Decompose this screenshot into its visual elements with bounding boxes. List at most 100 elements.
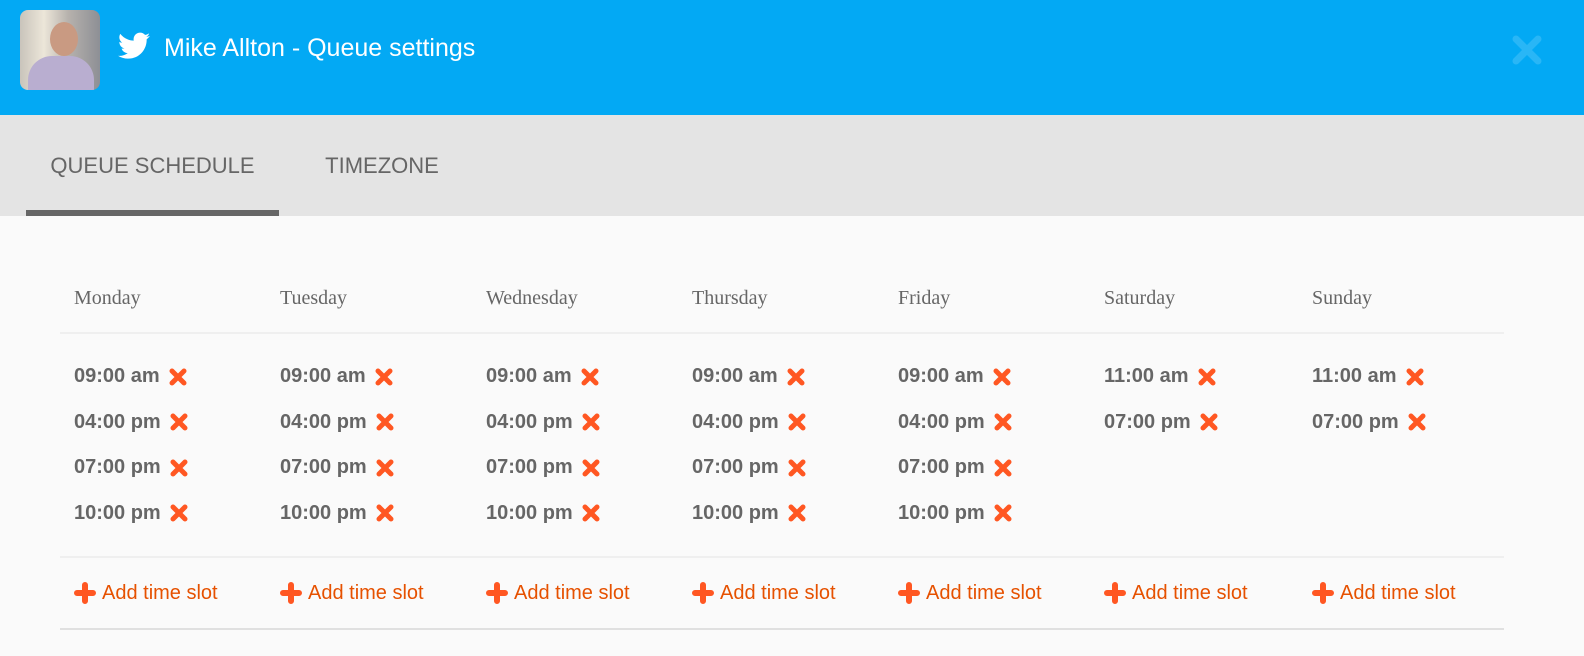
time-slot: 10:00 pm (692, 491, 884, 537)
time-slot-label: 07:00 pm (1312, 410, 1399, 433)
plus-icon (1104, 582, 1126, 604)
day-slots-list: 09:00 am 04:00 pm 07:00 pm 10:00 pm (266, 354, 472, 556)
tab-timezone[interactable]: TIMEZONE (296, 115, 468, 216)
twitter-bird-icon (118, 32, 150, 59)
add-time-slot-button[interactable]: Add time slot (692, 558, 884, 628)
remove-slot-icon[interactable] (992, 367, 1012, 387)
add-time-slot-label: Add time slot (926, 581, 1042, 604)
remove-slot-icon[interactable] (169, 458, 189, 478)
add-slot-cell: Add time slot (1298, 558, 1504, 628)
time-slot-label: 04:00 pm (74, 410, 161, 433)
time-slot: 04:00 pm (280, 400, 472, 446)
remove-slot-icon[interactable] (168, 367, 188, 387)
remove-slot-icon[interactable] (787, 503, 807, 523)
schedule-grid: Monday Tuesday Wednesday Thursday Friday Satu… (60, 268, 1504, 630)
add-slot-cell: Add time slot (1090, 558, 1298, 628)
day-slots-list: 09:00 am 04:00 pm 07:00 pm 10:00 pm (472, 354, 678, 556)
add-time-slot-button[interactable]: Add time slot (898, 558, 1090, 628)
remove-slot-icon[interactable] (787, 458, 807, 478)
remove-slot-icon[interactable] (993, 412, 1013, 432)
time-slot: 04:00 pm (486, 400, 678, 446)
time-slot-label: 04:00 pm (692, 410, 779, 433)
add-slot-cell: Add time slot (678, 558, 884, 628)
remove-slot-icon[interactable] (581, 412, 601, 432)
add-slot-cell: Add time slot (884, 558, 1090, 628)
day-name: Friday (898, 287, 951, 309)
add-time-slot-button[interactable]: Add time slot (486, 558, 678, 628)
time-slot-label: 11:00 am (1104, 365, 1189, 388)
day-name: Monday (74, 287, 141, 309)
time-slot: 07:00 pm (898, 445, 1090, 491)
plus-icon (280, 582, 302, 604)
add-time-slot-button[interactable]: Add time slot (280, 558, 472, 628)
time-slot: 07:00 pm (1312, 400, 1504, 446)
add-slot-cell: Add time slot (266, 558, 472, 628)
time-slot-label: 07:00 pm (898, 456, 985, 479)
remove-slot-icon[interactable] (1197, 367, 1217, 387)
time-slot: 09:00 am (74, 354, 266, 400)
time-slot: 04:00 pm (692, 400, 884, 446)
header: Mike Allton - Queue settings (0, 0, 1584, 115)
time-slot-label: 09:00 am (692, 365, 778, 388)
remove-slot-icon[interactable] (1405, 367, 1425, 387)
day-name: Tuesday (280, 287, 348, 309)
day-name: Wednesday (486, 287, 578, 309)
remove-slot-icon[interactable] (1407, 412, 1427, 432)
remove-slot-icon[interactable] (169, 412, 189, 432)
remove-slot-icon[interactable] (169, 503, 189, 523)
time-slot-label: 10:00 pm (692, 501, 779, 524)
page-title: Mike Allton - Queue settings (164, 34, 476, 62)
add-time-slot-label: Add time slot (720, 581, 836, 604)
add-time-slot-button[interactable]: Add time slot (1104, 558, 1298, 628)
add-time-slot-label: Add time slot (1340, 581, 1456, 604)
add-time-slot-label: Add time slot (102, 581, 218, 604)
remove-slot-icon[interactable] (580, 367, 600, 387)
remove-slot-icon[interactable] (993, 503, 1013, 523)
close-icon[interactable] (1510, 33, 1544, 67)
day-name: Sunday (1312, 287, 1372, 309)
time-slot: 11:00 am (1104, 354, 1298, 400)
remove-slot-icon[interactable] (375, 503, 395, 523)
day-name: Saturday (1104, 287, 1176, 309)
time-slot: 04:00 pm (898, 400, 1090, 446)
plus-icon (1312, 582, 1334, 604)
add-time-slot-button[interactable]: Add time slot (1312, 558, 1504, 628)
remove-slot-icon[interactable] (374, 367, 394, 387)
remove-slot-icon[interactable] (787, 412, 807, 432)
add-time-slot-label: Add time slot (514, 581, 630, 604)
time-slot: 04:00 pm (74, 400, 266, 446)
remove-slot-icon[interactable] (581, 503, 601, 523)
time-slot-label: 07:00 pm (486, 456, 573, 479)
time-slots-row: 09:00 am 04:00 pm 07:00 pm 10:00 pm 09:00 am… (60, 334, 1504, 558)
day-slots-list: 11:00 am 07:00 pm (1090, 354, 1298, 556)
day-column-header: Saturday (1090, 268, 1298, 332)
time-slot: 10:00 pm (74, 491, 266, 537)
day-column-header: Wednesday (472, 268, 678, 332)
time-slot: 07:00 pm (280, 445, 472, 491)
avatar (20, 10, 100, 90)
remove-slot-icon[interactable] (581, 458, 601, 478)
time-slot-label: 07:00 pm (692, 456, 779, 479)
remove-slot-icon[interactable] (786, 367, 806, 387)
time-slot-label: 10:00 pm (898, 501, 985, 524)
time-slot: 07:00 pm (486, 445, 678, 491)
tab-queue-schedule[interactable]: QUEUE SCHEDULE (26, 115, 279, 216)
day-slots-list: 11:00 am 07:00 pm (1298, 354, 1504, 556)
time-slot: 07:00 pm (74, 445, 266, 491)
remove-slot-icon[interactable] (1199, 412, 1219, 432)
remove-slot-icon[interactable] (993, 458, 1013, 478)
time-slot-label: 04:00 pm (486, 410, 573, 433)
add-slot-cell: Add time slot (472, 558, 678, 628)
plus-icon (898, 582, 920, 604)
remove-slot-icon[interactable] (375, 458, 395, 478)
add-time-slot-button[interactable]: Add time slot (74, 558, 266, 628)
day-column-header: Thursday (678, 268, 884, 332)
remove-slot-icon[interactable] (375, 412, 395, 432)
time-slot: 10:00 pm (486, 491, 678, 537)
time-slot-label: 09:00 am (486, 365, 572, 388)
time-slot-label: 07:00 pm (280, 456, 367, 479)
day-slots-list: 09:00 am 04:00 pm 07:00 pm 10:00 pm (884, 354, 1090, 556)
time-slot: 10:00 pm (280, 491, 472, 537)
time-slot: 09:00 am (280, 354, 472, 400)
day-slots-list: 09:00 am 04:00 pm 07:00 pm 10:00 pm (60, 354, 266, 556)
